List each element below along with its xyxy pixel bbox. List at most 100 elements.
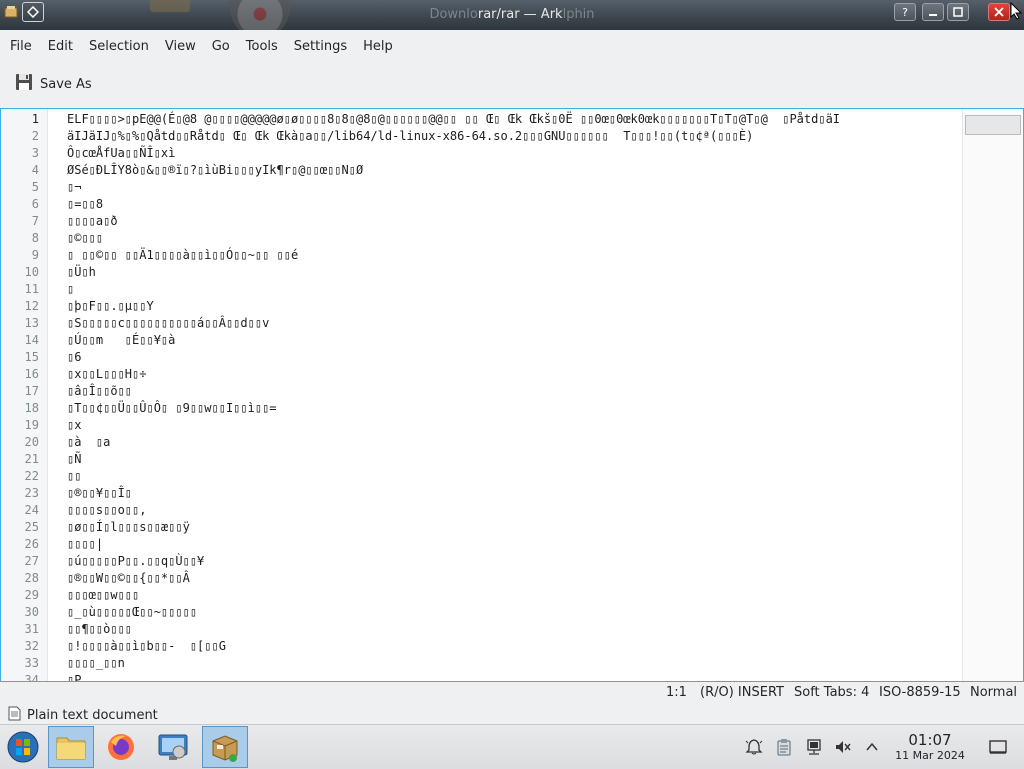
edit-mode[interactable]: (R/O) INSERT [700,685,784,700]
code-line[interactable]: ▯=▯▯8 [67,196,957,213]
minimize-icon[interactable] [922,3,944,21]
save-as-label: Save As [40,76,92,92]
maximize-icon[interactable] [947,3,969,21]
system-settings-icon[interactable] [150,726,196,768]
ark-icon[interactable] [202,726,248,768]
code-line[interactable]: Ô▯cœÅfUa▯▯ÑÎ▯xì [67,145,957,162]
line-number: 29 [24,588,39,602]
file-manager-icon[interactable] [48,726,94,768]
start-icon[interactable] [0,726,46,768]
encoding[interactable]: ISO-8859-15 [879,685,961,700]
title-ghost-2: lphin [562,7,595,22]
document-type-label: Plain text document [27,707,158,723]
menu-view[interactable]: View [157,39,204,54]
line-number-gutter: 1 2 3 4 5 6 7 8 9 10 11 12 13 14 15 16 17 18 19 20 21 22 23 24 2… [1,109,48,681]
code-line[interactable]: ▯Ñ [67,451,957,468]
network-icon[interactable] [804,737,824,757]
line-number: 25 [24,520,39,534]
code-line[interactable]: ▯Ú▯▯m ▯É▯▯¥▯à [67,332,957,349]
clock-date[interactable]: 11 Mar 2024 [890,749,970,762]
window-title: Downlorar/rar — Arklphin [0,7,1024,22]
menu-bar: File Edit Selection View Go Tools Settin… [0,30,1024,62]
code-line[interactable]: ▯þ▯F▯▯.▯µ▯▯Y [67,298,957,315]
code-line[interactable]: ▯▯▯▯a▯ð [67,213,957,230]
code-line[interactable]: ▯_▯ù▯▯▯▯▯Œ▯▯~▯▯▯▯▯ [67,604,957,621]
code-line[interactable]: ▯▯▯▯| [67,536,957,553]
code-line[interactable]: ▯6 [67,349,957,366]
line-number: 14 [24,333,39,347]
code-line[interactable]: ▯▯▯▯s▯▯o▯▯, [67,502,957,519]
line-number: 24 [24,503,39,517]
menu-edit[interactable]: Edit [40,39,81,54]
menu-selection[interactable]: Selection [81,39,157,54]
code-line[interactable]: ▯Ü▯h [67,264,957,281]
code-line[interactable]: ØSé▯ÐLÎY8ò▯&▯▯®ï▯?▯ìùBi▯▯▯yIk¶r▯@▯▯œ▯▯N▯… [67,162,957,179]
line-number: 8 [31,231,39,245]
code-line[interactable]: ▯ [67,281,957,298]
menu-settings[interactable]: Settings [286,39,355,54]
code-line[interactable]: ▯®▯▯W▯▯©▯▯{▯▯*▯▯Â [67,570,957,587]
code-line[interactable]: ▯ú▯▯▯▯▯P▯▯.▯▯q▯Ù▯▯¥ [67,553,957,570]
code-line[interactable]: ▯▯ [67,468,957,485]
code-line[interactable]: ▯▯¶▯▯ò▯▯▯ [67,621,957,638]
code-line[interactable]: ▯ø▯▯Í▯l▯▯▯s▯▯æ▯▯ÿ [67,519,957,536]
line-number: 31 [24,622,39,636]
help-icon[interactable]: ? [894,3,916,21]
menu-tools[interactable]: Tools [238,39,286,54]
code-line[interactable]: ▯x▯▯L▯▯▯H▯÷ [67,366,957,383]
notifications-icon[interactable] [744,737,764,757]
code-line[interactable]: ELF▯▯▯▯>▯pE@@(É▯@8 @▯▯▯▯@@@@@ø▯ø▯▯▯▯8▯8▯… [67,111,957,128]
line-number: 7 [31,214,39,228]
line-number: 17 [24,384,39,398]
show-desktop-icon[interactable] [988,737,1008,757]
clock-time[interactable]: 01:07 [890,731,970,749]
line-number: 21 [24,452,39,466]
code-line[interactable]: ▯▯▯▯_▯▯n [67,655,957,672]
code-line[interactable]: ▯T▯▯¢▯▯Ü▯▯Û▯Ô▯ ▯9▯▯w▯▯I▯▯ì▯▯= [67,400,957,417]
menu-help[interactable]: Help [355,39,401,54]
cursor-position[interactable]: 1:1 [666,685,687,700]
line-number: 33 [24,656,39,670]
status-bar: 1:1 (R/O) INSERT Soft Tabs: 4 ISO-8859-1… [0,684,1024,702]
line-number: 23 [24,486,39,500]
code-line[interactable]: ▯S▯▯▯▯▯c▯▯▯▯▯▯▯▯▯▯á▯▯Â▯▯d▯▯v [67,315,957,332]
code-line[interactable]: ▯©▯▯▯ [67,230,957,247]
line-number: 12 [24,299,39,313]
code-line[interactable]: ▯¬ [67,179,957,196]
input-mode[interactable]: Normal [970,685,1017,700]
line-number: 18 [24,401,39,415]
menu-file[interactable]: File [2,39,40,54]
save-as-button[interactable]: Save As [14,69,92,99]
code-line[interactable]: ▯ ▯▯©▯▯ ▯▯Ä1▯▯▯▯à▯▯ì▯▯Ó▯▯~▯▯ ▯▯é [67,247,957,264]
scrollbar-thumb[interactable] [965,115,1021,135]
code-line[interactable]: ▯®▯▯¥▯▯Î▯ [67,485,957,502]
text-editor[interactable]: 1 2 3 4 5 6 7 8 9 10 11 12 13 14 15 16 17 18 19 20 21 22 23 24 2… [0,108,1024,682]
line-number: 22 [24,469,39,483]
taskbar: 01:07 11 Mar 2024 [0,724,1024,769]
line-number: 15 [24,350,39,364]
clipboard-icon[interactable] [774,737,794,757]
code-line[interactable]: äIJäIJ▯%▯%▯Qåtd▯▯Råtd▯ Œ▯ Œk Œkà▯a▯▯/lib… [67,128,957,145]
line-number: 11 [24,282,39,296]
code-line[interactable]: ▯â▯Î▯▯õ▯▯ [67,383,957,400]
line-number: 32 [24,639,39,653]
line-number: 9 [31,248,39,262]
document-type-bar: Plain text document [0,704,1024,726]
code-line[interactable]: ▯x [67,417,957,434]
tab-settings[interactable]: Soft Tabs: 4 [794,685,869,700]
firefox-icon[interactable] [98,726,144,768]
mouse-cursor-icon [1010,1,1023,24]
code-line[interactable]: ▯P [67,672,957,681]
save-as-icon [14,72,34,96]
code-line[interactable]: ▯▯▯œ▯▯w▯▯▯ [67,587,957,604]
menu-go[interactable]: Go [204,39,238,54]
code-line[interactable]: ▯!▯▯▯▯à▯▯ì▯b▯▯- ▯[▯▯G [67,638,957,655]
toolbar: Save As [0,64,1024,104]
volume-muted-icon[interactable] [833,737,853,757]
code-line[interactable]: ▯à ▯a [67,434,957,451]
line-number: 10 [24,265,39,279]
expand-tray-icon[interactable] [862,737,882,757]
close-icon[interactable] [988,3,1010,21]
scrollbar-minimap[interactable] [962,109,1023,681]
line-number: 16 [24,367,39,381]
